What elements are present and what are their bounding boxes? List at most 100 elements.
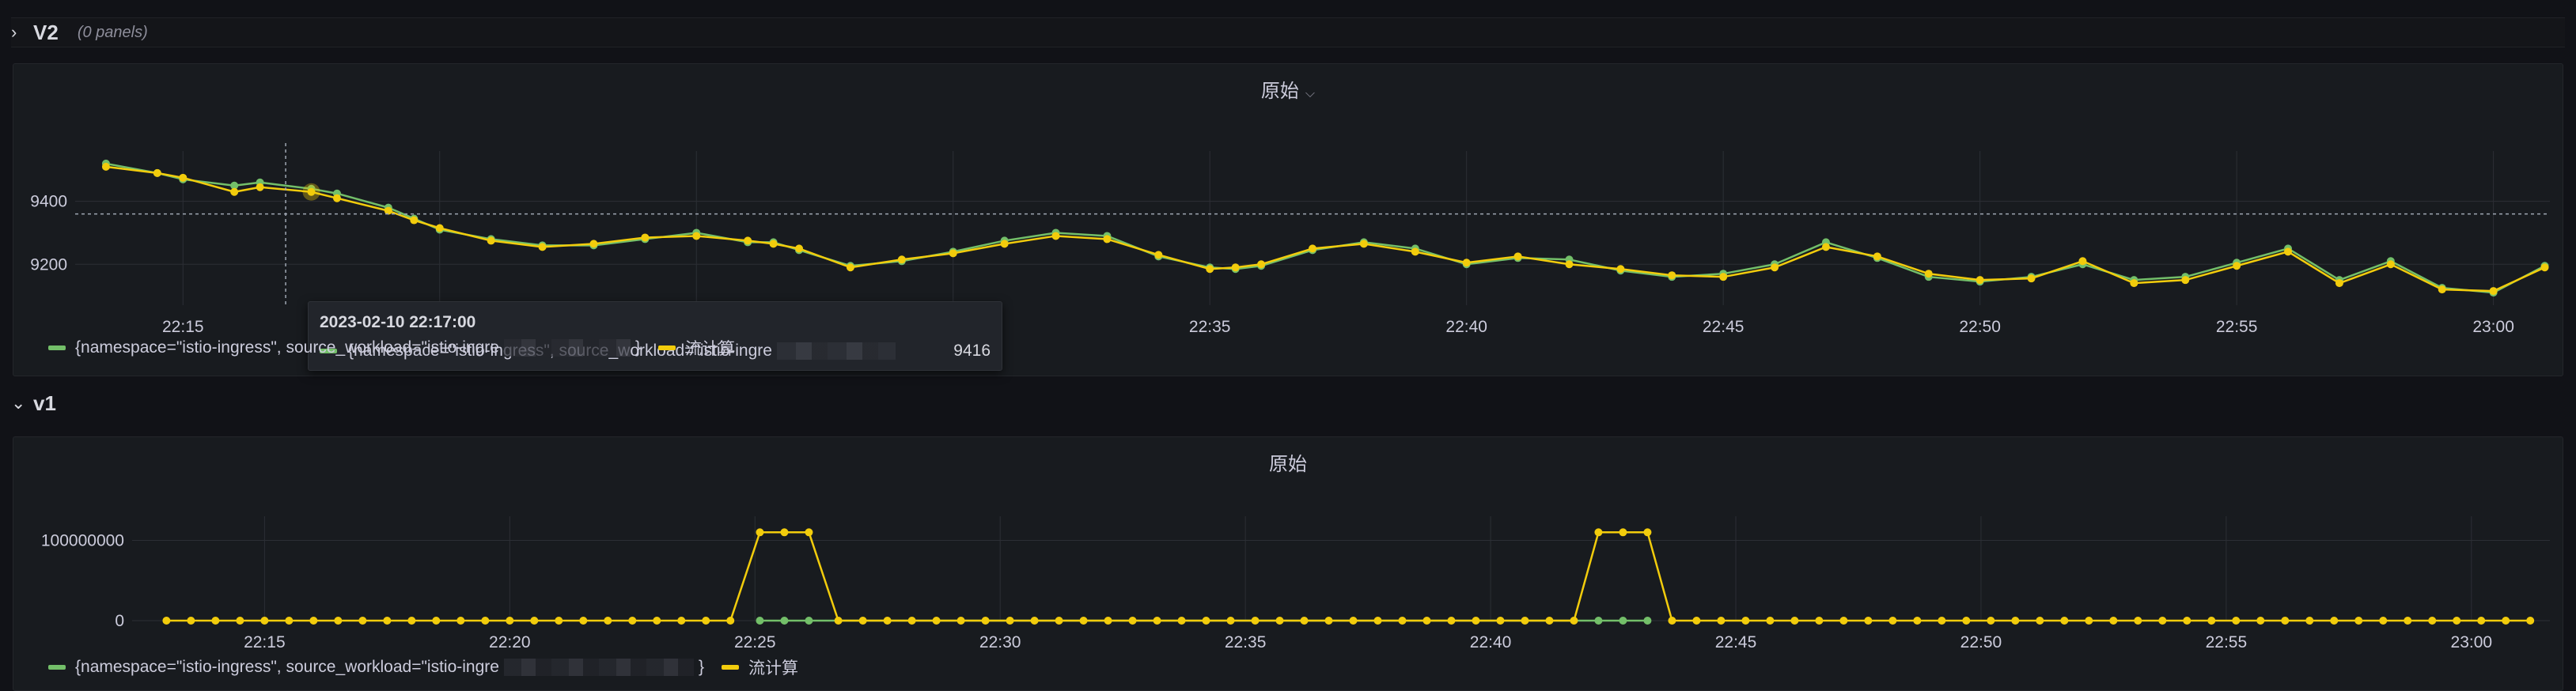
series-line — [105, 165, 2546, 293]
series-line — [105, 162, 2546, 294]
legend: {namespace="istio-ingress", source_workl… — [48, 655, 798, 679]
data-point — [641, 233, 650, 242]
data-point — [589, 240, 598, 248]
data-point — [726, 617, 735, 625]
legend-item-yellow[interactable]: 流计算 — [721, 655, 798, 679]
x-tick-label: 22:35 — [1189, 318, 1231, 336]
data-point — [1349, 617, 1358, 625]
data-point — [555, 617, 563, 625]
data-point — [2489, 287, 2498, 296]
data-point — [1104, 617, 1112, 625]
data-point — [1462, 259, 1471, 267]
data-point — [1103, 235, 1112, 244]
x-tick-label: 22:15 — [244, 633, 286, 651]
x-tick-label: 22:40 — [1445, 318, 1487, 336]
data-point — [1055, 617, 1063, 625]
data-point — [1153, 617, 1161, 625]
legend-label-yellow: 流计算 — [684, 340, 735, 358]
redacted-text — [776, 342, 896, 360]
data-point — [2502, 617, 2510, 625]
series-line — [166, 531, 2531, 622]
data-point — [1079, 617, 1088, 625]
data-point — [2232, 617, 2241, 625]
data-point — [456, 617, 465, 625]
data-point — [2281, 617, 2290, 625]
chevron-right-icon[interactable]: › — [11, 22, 27, 43]
data-point — [1692, 617, 1701, 625]
panel-v2-graph[interactable]: 原始⌵ 22:1522:2022:2522:3022:3522:4022:452… — [13, 63, 2563, 376]
legend-item-green[interactable]: {namespace="istio-ingress", source_workl… — [75, 338, 499, 357]
data-point — [1202, 617, 1210, 625]
data-point — [1275, 617, 1284, 625]
x-tick-label: 22:20 — [489, 633, 531, 651]
data-point — [1771, 263, 1779, 272]
data-point — [211, 617, 220, 625]
legend-swatch-yellow — [657, 346, 676, 350]
data-point — [1545, 617, 1554, 625]
data-point — [604, 617, 612, 625]
data-point — [1359, 240, 1368, 248]
data-point — [2305, 617, 2314, 625]
data-point — [957, 617, 965, 625]
data-point — [2085, 617, 2093, 625]
data-point — [1128, 617, 1137, 625]
legend-label-yellow: 流计算 — [748, 659, 798, 678]
legend-swatch-green — [48, 346, 66, 350]
data-point — [1300, 617, 1309, 625]
legend-item-green[interactable]: {namespace="istio-ingress", source_workl… — [75, 658, 499, 677]
data-point — [2526, 617, 2535, 625]
data-point — [383, 617, 392, 625]
data-point — [1231, 263, 1240, 272]
data-point — [981, 617, 990, 625]
data-point — [1513, 252, 1522, 261]
row-v2-header[interactable]: › V2 (0 panels) — [11, 17, 2565, 47]
data-point — [1619, 528, 1627, 537]
data-point — [153, 168, 161, 177]
data-point — [2379, 617, 2388, 625]
data-point — [1821, 243, 1830, 251]
time-series-chart[interactable]: 22:15 22:20 22:25 22:30 22:35 22:40 22:45 22:50… — [13, 437, 2563, 690]
data-point — [834, 617, 843, 625]
data-point — [2540, 263, 2549, 272]
data-point — [1888, 617, 1897, 625]
data-point — [1976, 276, 1984, 285]
data-point — [579, 617, 588, 625]
data-point — [1447, 617, 1456, 625]
data-point — [256, 183, 264, 191]
data-point — [481, 617, 490, 625]
x-tick-label: 22:40 — [1470, 633, 1512, 651]
data-point — [2453, 617, 2461, 625]
legend-item-yellow[interactable]: 流计算 — [657, 336, 735, 360]
data-point — [2078, 257, 2087, 266]
data-point — [410, 216, 419, 225]
legend-item-green-end: } — [635, 338, 641, 357]
data-point — [897, 255, 906, 264]
redacted-text — [503, 339, 631, 357]
data-point — [2233, 262, 2241, 270]
data-point — [101, 162, 110, 171]
data-point — [285, 617, 294, 625]
chevron-down-icon[interactable]: ⌄ — [11, 393, 27, 413]
data-point — [1938, 617, 1946, 625]
data-point — [2027, 274, 2036, 283]
x-tick-label: 22:25 — [734, 633, 776, 651]
data-point — [949, 249, 957, 258]
y-tick-label: 0 — [115, 612, 124, 630]
data-point — [334, 617, 343, 625]
data-point — [2036, 617, 2044, 625]
data-point — [1398, 617, 1407, 625]
data-point — [187, 617, 195, 625]
panel-v1-graph[interactable]: 原始 22:15 22:20 22:25 22:30 22:35 22:40 22:45 22… — [13, 436, 2563, 691]
row-v1-header[interactable]: ⌄ v1 — [11, 389, 2565, 417]
legend-item-green-end: } — [698, 658, 704, 676]
data-point — [332, 194, 341, 202]
data-point — [846, 263, 854, 272]
data-point — [1521, 617, 1529, 625]
data-point — [487, 236, 495, 245]
data-point — [1839, 617, 1848, 625]
data-point — [236, 617, 244, 625]
data-point — [2354, 617, 2363, 625]
data-point — [179, 173, 188, 182]
data-point — [538, 243, 547, 251]
data-point — [1177, 617, 1186, 625]
